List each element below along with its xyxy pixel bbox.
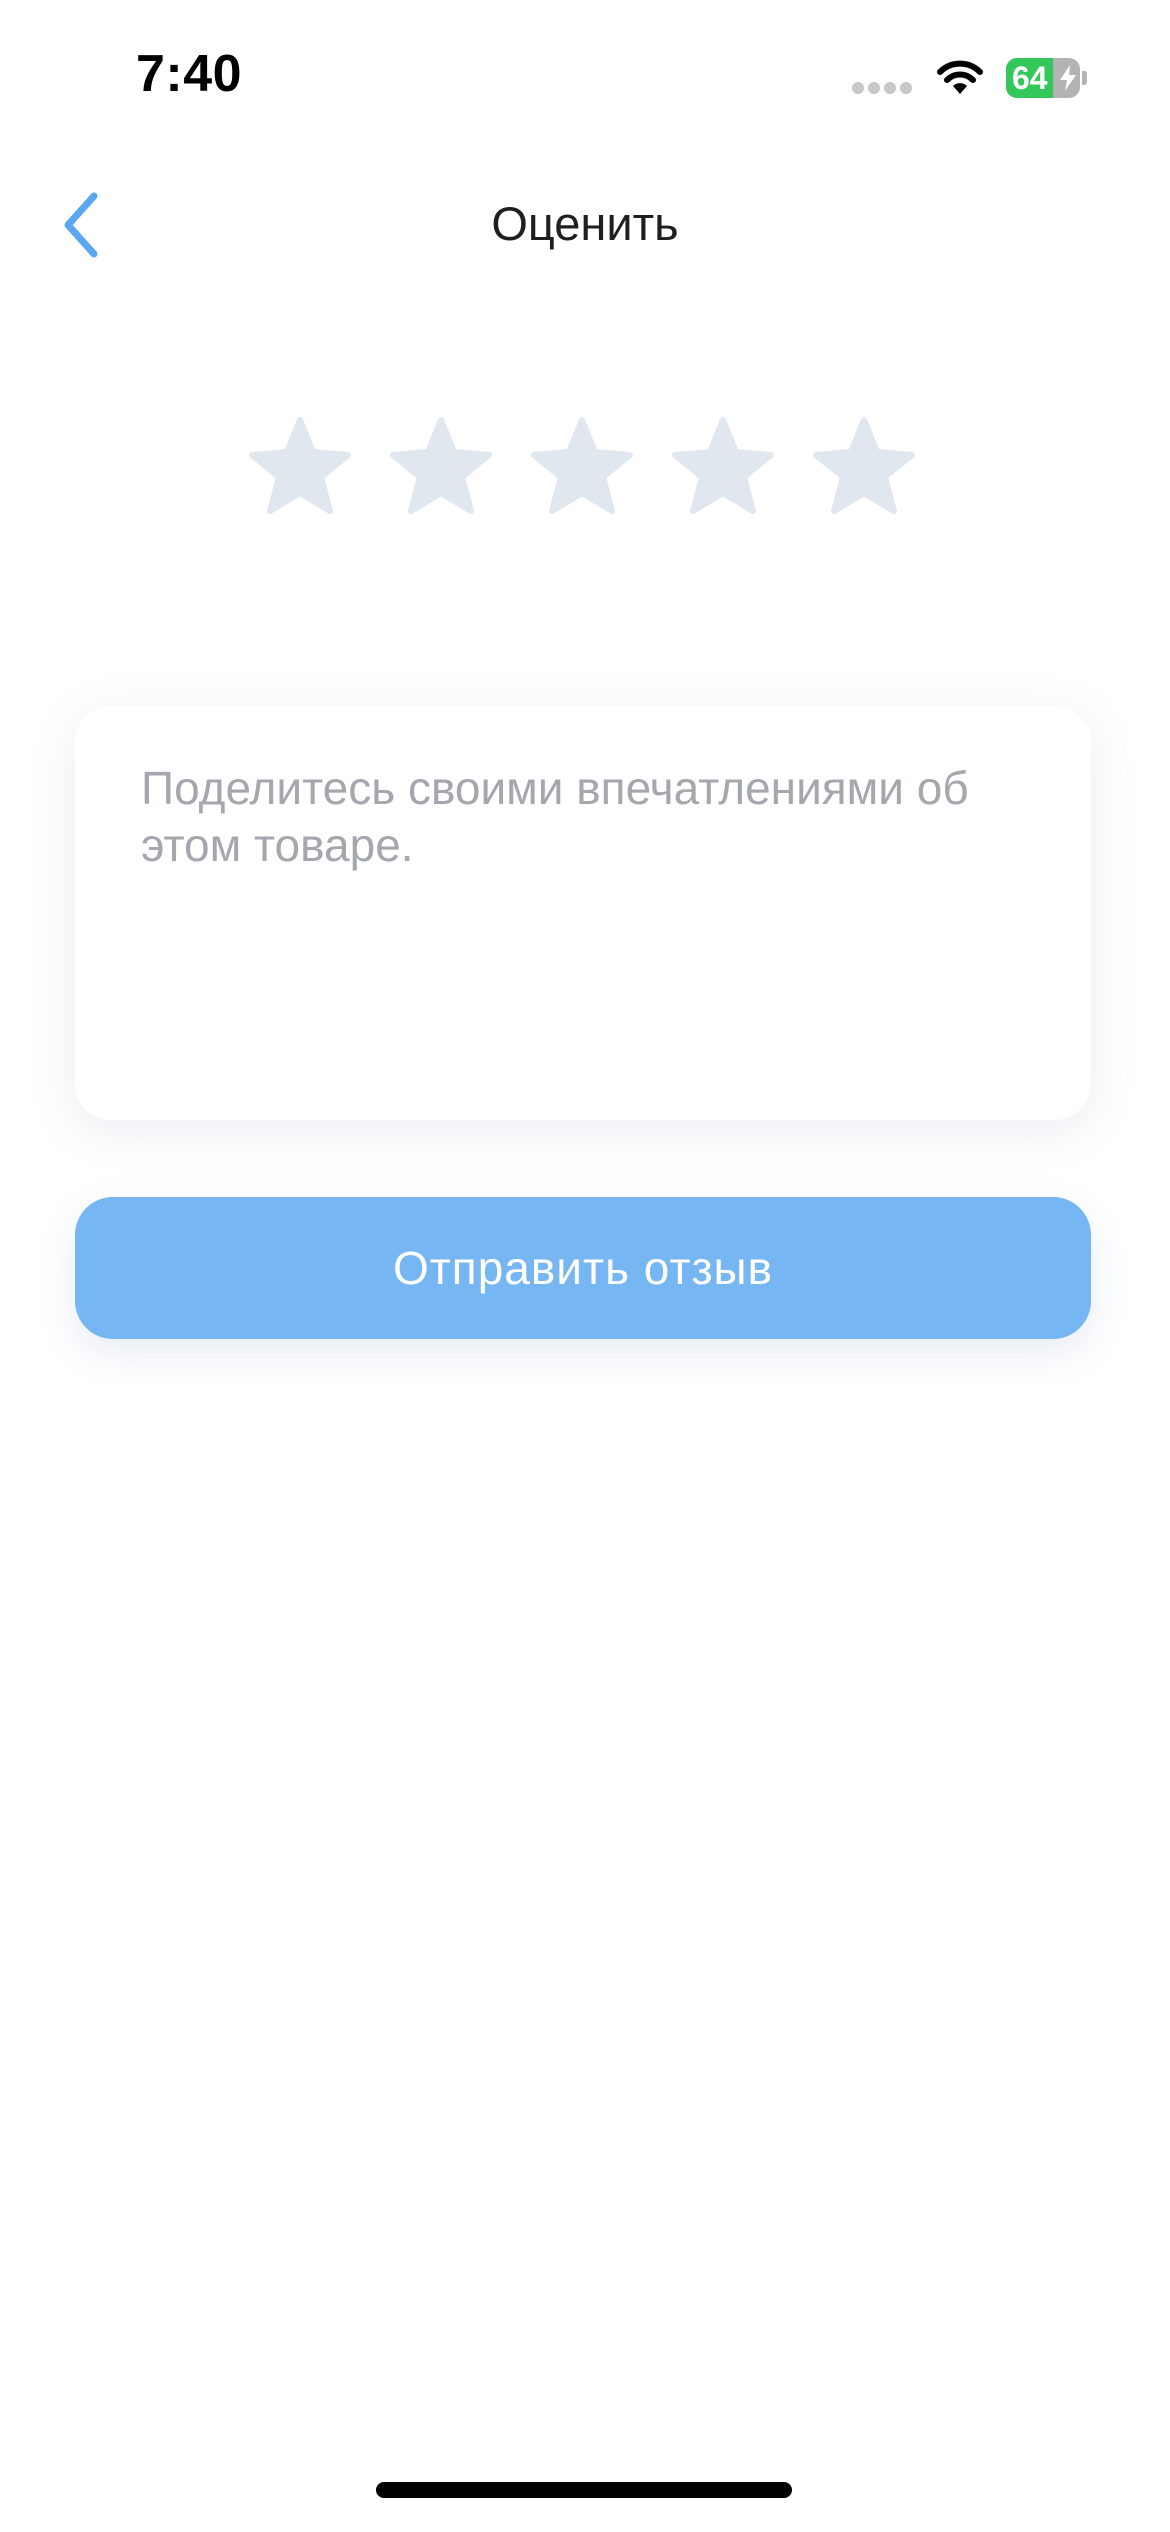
- star-icon[interactable]: [809, 414, 919, 524]
- battery-icon: 64: [1006, 58, 1087, 98]
- battery-level: 64: [1012, 60, 1048, 96]
- signal-icon: [852, 82, 914, 96]
- star-icon[interactable]: [245, 414, 355, 524]
- status-bar: 7:40 64: [0, 0, 1170, 150]
- home-indicator: [376, 2482, 792, 2498]
- star-icon[interactable]: [386, 414, 496, 524]
- review-input[interactable]: [141, 760, 1021, 1080]
- star-icon[interactable]: [527, 414, 637, 524]
- nav-bar: Оценить: [0, 160, 1170, 290]
- status-time: 7:40: [136, 45, 243, 103]
- star-icon[interactable]: [668, 414, 778, 524]
- submit-review-button[interactable]: Отправить отзыв: [75, 1197, 1091, 1339]
- rating-stars[interactable]: [245, 414, 925, 524]
- page-title: Оценить: [491, 197, 679, 250]
- charging-bolt-icon: [1060, 65, 1076, 91]
- wifi-icon: [934, 56, 986, 96]
- review-card: [75, 706, 1091, 1120]
